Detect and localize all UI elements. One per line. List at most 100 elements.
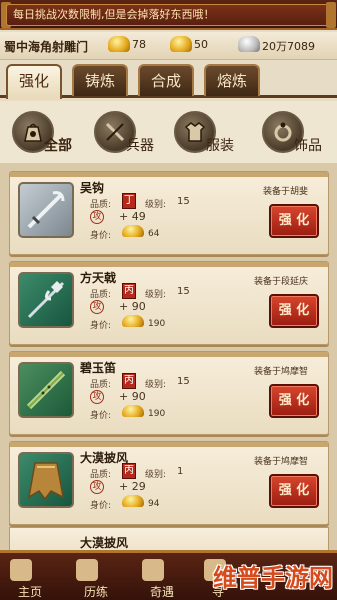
announcement-text: 每日挑战次数限制,但是会掉落好东西哦！ <box>6 4 331 26</box>
top-banner: 每日挑战次数限制,但是会掉落好东西哦！ <box>0 0 337 30</box>
item-name: 大漠披风 <box>80 536 129 550</box>
value-amount: 94 <box>148 499 160 509</box>
banner-corner-right <box>326 2 336 28</box>
equipped-by: 装备于段延庆 <box>253 277 308 287</box>
category-all[interactable]: 全部 <box>12 111 92 155</box>
value-label: 身价: <box>90 321 112 331</box>
value-amount: 190 <box>148 319 166 329</box>
nav-adventure[interactable]: 奇遇 <box>136 557 196 600</box>
quality-badge: 丙 <box>122 373 136 389</box>
equipped-by: 装备于胡斐 <box>262 187 308 197</box>
ingot-count: 50 <box>194 38 208 51</box>
tab-strengthen[interactable]: 强化 <box>6 64 62 99</box>
value-label: 身价: <box>90 411 112 421</box>
nav-adventure-label: 奇遇 <box>150 585 175 599</box>
mountain-icon <box>142 559 164 581</box>
silver-count: 20万7089 <box>262 40 315 53</box>
sword-icon <box>76 559 98 581</box>
quality-label: 品质: <box>90 470 112 480</box>
hook-sword-icon <box>27 191 65 229</box>
category-weapon-label: 兵器 <box>126 138 154 154</box>
attack-bonus: + 29 <box>119 480 146 493</box>
halberd-icon <box>27 281 65 319</box>
attack-bonus: + 49 <box>119 210 146 223</box>
card-header-strip <box>10 262 328 267</box>
level-value: 1 <box>177 466 184 477</box>
value-label: 身价: <box>90 501 112 511</box>
ingot-icon <box>122 225 144 237</box>
quality-badge: 丁 <box>122 193 136 209</box>
quality-badge: 丙 <box>122 283 136 299</box>
attack-bonus: + 90 <box>119 390 146 403</box>
card-header-strip <box>10 352 328 357</box>
strengthen-button[interactable]: 强 化 <box>269 384 319 418</box>
list-item: 吴钩 品质: 丁 级别: 15 攻 + 49 身价: 64 装备于胡斐 强 化 <box>9 171 329 255</box>
quality-label: 品质: <box>90 380 112 390</box>
tab-combine[interactable]: 合成 <box>138 64 194 96</box>
category-armor-label: 服装 <box>206 138 234 154</box>
function-tabs: 强化 铸炼 合成 熔炼 <box>0 60 337 99</box>
nav-home-label: 主页 <box>18 585 43 599</box>
level-label: 级别: <box>145 380 167 390</box>
location-name: 蜀中海角射雕门 <box>4 40 89 54</box>
level-label: 级别: <box>145 470 167 480</box>
resource-bar: 蜀中海角射雕门 78 50 20万7089 <box>0 32 337 60</box>
ingot-icon <box>170 36 192 52</box>
item-thumbnail[interactable] <box>18 182 74 238</box>
list-item: 大漠披风 品质: 丙 级别: 1 攻 + 29 身价: 94 装备于鸠摩智 强 … <box>9 441 329 525</box>
item-name: 方天戟 <box>80 271 117 285</box>
nav-training-label: 历练 <box>84 585 109 599</box>
item-name: 吴钩 <box>80 181 105 195</box>
category-accessory-label: 饰品 <box>294 138 322 154</box>
strengthen-button[interactable]: 强 化 <box>269 294 319 328</box>
tab-forge[interactable]: 铸炼 <box>72 64 128 96</box>
item-name: 碧玉笛 <box>80 361 117 375</box>
card-header-strip <box>10 172 328 177</box>
item-thumbnail[interactable] <box>18 452 74 508</box>
value-amount: 64 <box>148 229 160 239</box>
attack-bonus: + 90 <box>119 300 146 313</box>
quality-label: 品质: <box>90 290 112 300</box>
quality-label: 品质: <box>90 200 112 210</box>
nav-training[interactable]: 历练 <box>70 557 130 600</box>
item-thumbnail[interactable] <box>18 272 74 328</box>
attack-icon: 攻 <box>90 480 104 494</box>
jade-flute-icon <box>26 370 66 410</box>
category-weapon[interactable]: 兵器 <box>94 111 174 155</box>
silver-icon <box>238 36 260 52</box>
category-all-label: 全部 <box>44 138 72 154</box>
value-label: 身价: <box>90 231 112 241</box>
category-armor[interactable]: 服装 <box>174 111 254 155</box>
item-thumbnail[interactable] <box>18 362 74 418</box>
category-filter: 全部 兵器 服装 饰品 <box>0 101 337 163</box>
cloak-icon <box>27 462 64 501</box>
strengthen-button[interactable]: 强 化 <box>269 474 319 508</box>
attack-icon: 攻 <box>90 210 104 224</box>
level-value: 15 <box>177 376 190 387</box>
equipment-list[interactable]: 吴钩 品质: 丁 级别: 15 攻 + 49 身价: 64 装备于胡斐 强 化 … <box>0 163 337 550</box>
item-name: 大漠披风 <box>80 451 129 465</box>
attack-icon: 攻 <box>90 300 104 314</box>
gold-count: 78 <box>132 38 146 51</box>
level-value: 15 <box>177 196 190 207</box>
watermark: 维普手游网 <box>213 564 333 592</box>
card-header-strip <box>10 442 328 447</box>
home-icon <box>10 559 32 581</box>
ingot-icon <box>122 315 144 327</box>
strengthen-button[interactable]: 强 化 <box>269 204 319 238</box>
level-label: 级别: <box>145 200 167 210</box>
category-accessory[interactable]: 饰品 <box>262 111 337 155</box>
equipped-by: 装备于鸠摩智 <box>253 367 308 377</box>
level-label: 级别: <box>145 290 167 300</box>
tab-smelt[interactable]: 熔炼 <box>204 64 260 96</box>
nav-home[interactable]: 主页 <box>4 557 64 600</box>
quality-badge: 丙 <box>122 463 136 479</box>
ingot-icon <box>122 495 144 507</box>
attack-icon: 攻 <box>90 390 104 404</box>
ingot-icon <box>122 405 144 417</box>
gold-icon <box>108 36 130 52</box>
level-value: 15 <box>177 286 190 297</box>
equipped-by: 装备于鸠摩智 <box>253 457 308 467</box>
list-item: 大漠披风 <box>9 527 329 550</box>
list-item: 碧玉笛 品质: 丙 级别: 15 攻 + 90 身价: 190 装备于鸠摩智 强… <box>9 351 329 435</box>
